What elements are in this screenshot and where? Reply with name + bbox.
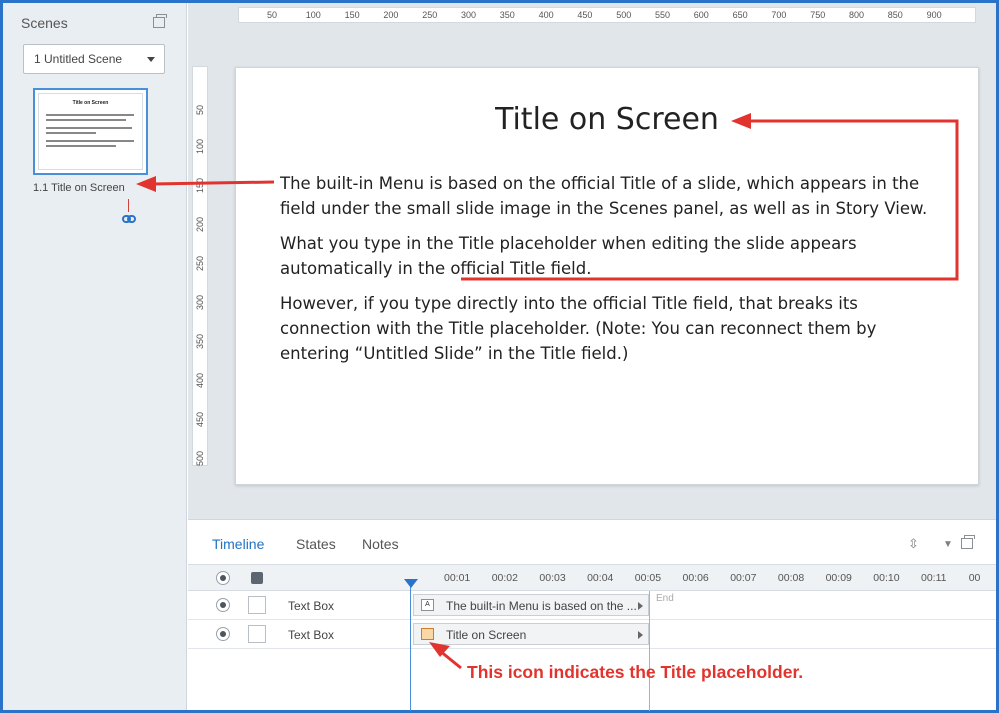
slide-thumbnail[interactable]: Title on Screen — [33, 88, 148, 175]
align-icon[interactable]: ⇳ — [908, 536, 919, 552]
ruler-tick-label: 700 — [771, 10, 787, 20]
timeline-bar-label: The built-in Menu is based on the ... — [446, 599, 637, 613]
timeline-time-label: 00:10 — [873, 572, 900, 584]
timeline-bar[interactable]: A The built-in Menu is based on the ... — [413, 594, 649, 616]
ruler-tick-label: 500 — [195, 450, 205, 466]
timeline-bar[interactable]: Title on Screen — [413, 623, 649, 645]
ruler-tick-label: 400 — [195, 372, 205, 388]
scenes-panel: Scenes 1 Untitled Scene Title on Screen … — [3, 3, 187, 710]
link-connector — [128, 199, 129, 212]
restore-panel-icon[interactable] — [961, 535, 975, 549]
end-label: End — [656, 593, 674, 604]
ruler-tick-label: 200 — [383, 10, 399, 20]
ruler-tick-label: 250 — [195, 255, 205, 271]
slide-thumbnail-title[interactable]: 1.1 Title on Screen — [33, 182, 125, 194]
slide-paragraph: What you type in the Title placeholder w… — [280, 234, 857, 278]
ruler-tick-label: 150 — [344, 10, 360, 20]
ruler-tick-label: 400 — [538, 10, 554, 20]
timeline-time-label: 00:08 — [777, 572, 805, 584]
slide-paragraph: The built-in Menu is based on the offici… — [280, 174, 928, 218]
ruler-tick-label: 900 — [926, 10, 942, 20]
ruler-tick-label: 300 — [461, 10, 477, 20]
ruler-tick-label: 300 — [195, 294, 205, 310]
timeline-time-label: 00:06 — [682, 572, 709, 584]
thumbnail-text-line — [46, 132, 96, 134]
title-placeholder-icon — [421, 628, 434, 640]
ruler-tick-label: 550 — [655, 10, 671, 20]
playhead-handle[interactable] — [404, 579, 418, 588]
scene-select-value: 1 Untitled Scene — [34, 52, 123, 66]
timeline-time-label: 00:11 — [921, 572, 947, 584]
vertical-ruler: 50 100 150 200 250 300 350 400 450 500 — [192, 66, 208, 466]
scenes-panel-title: Scenes — [21, 15, 68, 31]
thumbnail-text-line — [46, 145, 116, 147]
slide-text-box[interactable]: The built-in Menu is based on the offici… — [280, 171, 930, 376]
ruler-tick-label: 850 — [887, 10, 903, 20]
timeline-time-label: 00:07 — [730, 572, 757, 584]
ruler-tick-label: 650 — [732, 10, 748, 20]
timeline-row[interactable]: Text Box A The built-in Menu is based on… — [188, 591, 996, 620]
slide-editor[interactable]: Title on Screen The built-in Menu is bas… — [235, 67, 979, 485]
text-box-icon: A — [421, 599, 434, 611]
chevron-right-icon — [638, 631, 643, 639]
scene-select-dropdown[interactable]: 1 Untitled Scene — [23, 44, 165, 74]
ruler-tick-label: 600 — [693, 10, 709, 20]
lock-icon[interactable] — [251, 572, 263, 584]
timeline-row[interactable]: Text Box Title on Screen — [188, 620, 996, 649]
row-name: Text Box — [288, 628, 335, 642]
ruler-tick-label: 100 — [305, 10, 321, 20]
ruler-tick-label: 500 — [616, 10, 632, 20]
link-icon[interactable] — [122, 213, 136, 225]
thumbnail-text-line — [46, 127, 132, 129]
timeline-time-label: 00:09 — [825, 572, 852, 584]
chevron-right-icon — [638, 602, 643, 610]
tab-states[interactable]: States — [296, 536, 336, 552]
restore-panel-icon[interactable] — [153, 14, 167, 28]
timeline-time-label: 00:01 — [444, 572, 471, 584]
horizontal-ruler: 50 100 150 200 250 300 350 400 450 500 550 600 650 70… — [238, 7, 976, 23]
timeline-time-label: 00:03 — [539, 572, 566, 584]
chevron-down-icon — [147, 57, 155, 62]
row-name: Text Box — [288, 599, 335, 613]
timeline-time-label: 00:05 — [634, 572, 662, 584]
eye-icon[interactable] — [216, 627, 230, 641]
slide-paragraph: However, if you type directly into the o… — [280, 294, 877, 363]
eye-icon[interactable] — [216, 598, 230, 612]
tab-timeline[interactable]: Timeline — [212, 536, 264, 552]
thumbnail-text-line — [46, 140, 134, 142]
ruler-tick-label: 200 — [195, 216, 205, 232]
ruler-tick-label: 800 — [849, 10, 865, 20]
lock-toggle[interactable] — [248, 596, 266, 614]
ruler-tick-label: 450 — [195, 411, 205, 427]
thumbnail-title: Title on Screen — [72, 100, 109, 106]
slide-thumbnail-preview: Title on Screen — [38, 93, 143, 170]
timeline-time-label: 00:02 — [491, 572, 518, 584]
slide-title-placeholder[interactable]: Title on Screen — [236, 102, 978, 137]
ruler-tick-label: 450 — [577, 10, 593, 20]
ruler-tick-label: 100 — [195, 138, 205, 154]
ruler-tick-label: 350 — [499, 10, 515, 20]
ruler-tick-label: 750 — [810, 10, 826, 20]
eye-icon[interactable] — [216, 571, 230, 585]
timeline-time-label: 00 — [968, 572, 981, 584]
lock-toggle[interactable] — [248, 625, 266, 643]
annotation-text: This icon indicates the Title placeholde… — [467, 662, 804, 682]
ruler-tick-label: 350 — [195, 333, 205, 349]
playhead-line[interactable] — [410, 579, 411, 711]
ruler-tick-label: 50 — [195, 104, 205, 115]
ruler-tick-label: 50 — [267, 10, 278, 20]
timeline-header: 00:01 00:02 00:03 00:04 00:05 00:06 00:07 00:08… — [188, 564, 996, 591]
ruler-tick-label: 150 — [195, 177, 205, 193]
timeline-time-label: 00:04 — [587, 572, 614, 584]
thumbnail-text-line — [46, 114, 134, 116]
timeline-bar-label: Title on Screen — [446, 628, 527, 642]
tab-notes[interactable]: Notes — [362, 536, 399, 552]
end-marker[interactable] — [649, 591, 650, 711]
ruler-tick-label: 250 — [422, 10, 438, 20]
chevron-down-icon[interactable]: ▼ — [943, 539, 953, 550]
thumbnail-text-line — [46, 119, 126, 121]
